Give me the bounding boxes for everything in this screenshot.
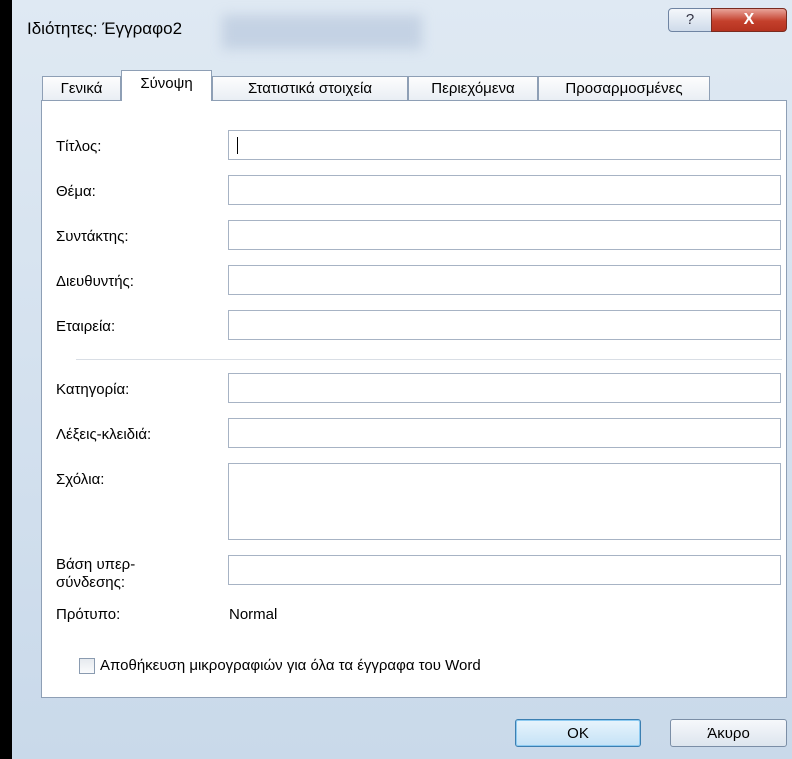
help-icon: ? [685, 11, 695, 28]
ok-button[interactable]: OK [515, 719, 641, 747]
category-input[interactable] [228, 373, 781, 403]
title-label: Τίτλος: [56, 138, 102, 155]
close-icon: X [743, 11, 755, 28]
template-value: Normal [229, 606, 278, 623]
properties-dialog: Ιδιότητες: Έγγραφο2 ? X Γενικά Σύνοψη Στ… [12, 0, 792, 759]
hyperlink-base-input[interactable] [228, 555, 781, 585]
category-label: Κατηγορία: [56, 381, 130, 398]
section-divider [76, 359, 782, 360]
cancel-button[interactable]: Άκυρο [670, 719, 787, 747]
tab-custom[interactable]: Προσαρμοσμένες [538, 76, 710, 100]
close-button[interactable]: X [711, 8, 787, 32]
save-thumbnails-checkbox[interactable] [79, 658, 95, 674]
hyperlink-base-label-line2: σύνδεσης: [56, 574, 125, 591]
title-bar[interactable]: Ιδιότητες: Έγγραφο2 ? X [12, 0, 792, 58]
subject-label: Θέμα: [56, 183, 96, 200]
save-thumbnails-label[interactable]: Αποθήκευση μικρογραφιών για όλα τα έγγρα… [100, 657, 481, 675]
tab-summary[interactable]: Σύνοψη [121, 70, 212, 101]
company-label: Εταιρεία: [56, 318, 116, 335]
comments-label: Σχόλια: [56, 471, 105, 488]
title-input[interactable] [228, 130, 781, 160]
window-title: Ιδιότητες: Έγγραφο2 [27, 19, 183, 38]
help-button[interactable]: ? [668, 8, 712, 32]
text-caret [237, 137, 238, 154]
summary-panel: Τίτλος: Θέμα: Συντάκτης: Διευθυντής: Ετα… [41, 100, 787, 698]
tab-contents[interactable]: Περιεχόμενα [408, 76, 538, 100]
template-label: Πρότυπο: [56, 606, 121, 623]
author-label: Συντάκτης: [56, 228, 129, 245]
author-input[interactable] [228, 220, 781, 250]
manager-label: Διευθυντής: [56, 273, 134, 290]
manager-input[interactable] [228, 265, 781, 295]
company-input[interactable] [228, 310, 781, 340]
tab-general[interactable]: Γενικά [42, 76, 121, 100]
comments-textarea[interactable] [228, 463, 781, 540]
hyperlink-base-label-line1: Βάση υπερ- [56, 556, 136, 573]
tab-statistics[interactable]: Στατιστικά στοιχεία [212, 76, 408, 100]
subject-input[interactable] [228, 175, 781, 205]
keywords-label: Λέξεις-κλειδιά: [56, 426, 152, 443]
keywords-input[interactable] [228, 418, 781, 448]
